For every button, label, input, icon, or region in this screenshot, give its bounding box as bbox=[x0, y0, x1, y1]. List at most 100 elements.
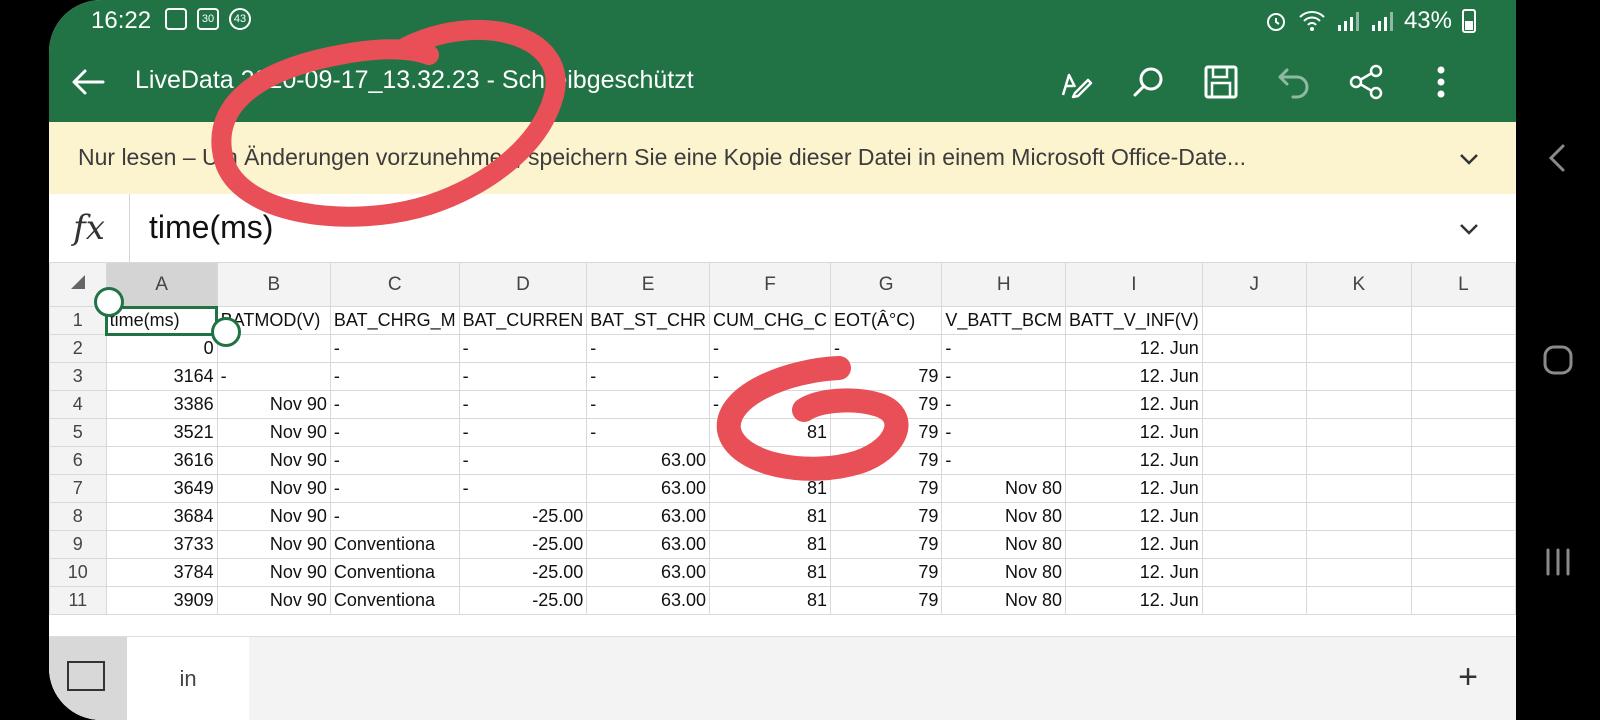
cell[interactable]: - bbox=[329, 474, 460, 503]
cell[interactable]: 3784 bbox=[105, 558, 218, 587]
cell[interactable]: - bbox=[941, 446, 1067, 475]
cell[interactable]: - bbox=[458, 334, 588, 363]
cell[interactable]: 79 bbox=[829, 558, 943, 587]
cell[interactable]: - bbox=[829, 334, 943, 363]
cell[interactable] bbox=[1305, 558, 1412, 587]
cell[interactable]: 12. Jun bbox=[1065, 446, 1203, 475]
cell[interactable]: 0 bbox=[105, 334, 218, 363]
back-arrow-icon[interactable] bbox=[69, 62, 109, 102]
cell[interactable]: - bbox=[458, 390, 588, 419]
cell[interactable] bbox=[1201, 586, 1307, 615]
formula-bar[interactable]: fx time(ms) bbox=[49, 194, 1516, 263]
cell[interactable] bbox=[1410, 362, 1516, 391]
cell[interactable]: Nov 90 bbox=[216, 502, 331, 531]
cell[interactable] bbox=[1410, 530, 1516, 559]
cell[interactable] bbox=[1305, 362, 1412, 391]
cell[interactable]: 63.00 bbox=[586, 558, 710, 587]
cell[interactable]: Nov 80 bbox=[941, 502, 1067, 531]
formula-input[interactable]: time(ms) bbox=[149, 209, 273, 246]
cell[interactable] bbox=[1305, 390, 1412, 419]
cell[interactable]: 12. Jun bbox=[1065, 502, 1203, 531]
undo-icon[interactable] bbox=[1275, 62, 1315, 102]
cell[interactable]: Nov 90 bbox=[216, 558, 331, 587]
cell[interactable]: - bbox=[586, 334, 710, 363]
cell[interactable]: 3521 bbox=[105, 418, 218, 447]
cell[interactable]: - bbox=[586, 390, 710, 419]
cell[interactable]: 79 bbox=[829, 474, 943, 503]
more-icon[interactable] bbox=[1421, 62, 1461, 102]
cell[interactable]: Conventiona bbox=[329, 586, 460, 615]
cell[interactable]: - bbox=[586, 418, 710, 447]
row-header[interactable]: 7 bbox=[49, 474, 107, 503]
cell[interactable] bbox=[1410, 586, 1516, 615]
cell[interactable] bbox=[1410, 474, 1516, 503]
cell[interactable]: - bbox=[329, 390, 460, 419]
cell[interactable]: 12. Jun bbox=[1065, 390, 1203, 419]
cell[interactable]: 63.00 bbox=[586, 446, 710, 475]
cell[interactable]: Nov 80 bbox=[941, 586, 1067, 615]
cell[interactable]: 12. Jun bbox=[1065, 474, 1203, 503]
cell[interactable] bbox=[1201, 418, 1307, 447]
cell[interactable] bbox=[1410, 306, 1516, 335]
cell[interactable]: time(ms) bbox=[105, 305, 219, 336]
recents-icon[interactable] bbox=[1536, 540, 1580, 584]
selection-handle-start[interactable] bbox=[94, 287, 124, 317]
cell[interactable] bbox=[1410, 334, 1516, 363]
cell[interactable]: 12. Jun bbox=[1065, 334, 1203, 363]
column-header[interactable]: L bbox=[1410, 262, 1516, 307]
cell[interactable]: Nov 90 bbox=[216, 474, 331, 503]
row-header[interactable]: 8 bbox=[49, 502, 107, 531]
cell[interactable] bbox=[1201, 334, 1307, 363]
column-header[interactable]: H bbox=[941, 262, 1067, 307]
cell[interactable]: - bbox=[941, 362, 1067, 391]
cell[interactable] bbox=[1410, 558, 1516, 587]
formula-expand-icon[interactable] bbox=[1458, 218, 1480, 240]
back-chevron-icon[interactable] bbox=[1536, 136, 1580, 180]
column-header[interactable]: B bbox=[216, 262, 331, 307]
cell[interactable]: 12. Jun bbox=[1065, 418, 1203, 447]
home-icon[interactable] bbox=[1536, 338, 1580, 382]
column-header[interactable]: K bbox=[1305, 262, 1412, 307]
cell[interactable]: -25.00 bbox=[458, 586, 588, 615]
cell[interactable]: 12. Jun bbox=[1065, 558, 1203, 587]
cell[interactable] bbox=[1305, 446, 1412, 475]
cell[interactable]: - bbox=[586, 362, 710, 391]
cell[interactable]: Nov 80 bbox=[941, 474, 1067, 503]
cell[interactable]: - bbox=[458, 446, 588, 475]
cell[interactable]: 3649 bbox=[105, 474, 218, 503]
cell[interactable]: 3733 bbox=[105, 530, 218, 559]
chevron-down-icon[interactable] bbox=[1458, 148, 1480, 170]
cell[interactable] bbox=[1201, 474, 1307, 503]
cell[interactable]: 12. Jun bbox=[1065, 586, 1203, 615]
cell[interactable]: BATT_V_INF(V) bbox=[1065, 306, 1203, 335]
cell[interactable] bbox=[1201, 390, 1307, 419]
cell[interactable]: - bbox=[216, 362, 331, 391]
cell[interactable]: Nov 90 bbox=[216, 586, 331, 615]
cell[interactable]: - bbox=[708, 362, 832, 391]
cell[interactable]: Nov 90 bbox=[216, 530, 331, 559]
row-header[interactable]: 4 bbox=[49, 390, 107, 419]
cell[interactable]: - bbox=[708, 390, 832, 419]
cell[interactable]: -25.00 bbox=[458, 558, 588, 587]
sheet-tab[interactable]: in bbox=[127, 637, 249, 720]
cell[interactable] bbox=[1201, 446, 1307, 475]
cell[interactable]: - bbox=[458, 474, 588, 503]
cell[interactable]: -25.00 bbox=[458, 502, 588, 531]
cell[interactable]: 3616 bbox=[105, 446, 218, 475]
cell[interactable] bbox=[708, 446, 832, 475]
cell[interactable]: - bbox=[941, 334, 1067, 363]
column-header[interactable]: F bbox=[708, 262, 832, 307]
row-header[interactable]: 11 bbox=[49, 586, 107, 615]
cell[interactable]: 3909 bbox=[105, 586, 218, 615]
cell[interactable]: -25.00 bbox=[458, 530, 588, 559]
cell[interactable] bbox=[1201, 502, 1307, 531]
cell[interactable]: - bbox=[329, 418, 460, 447]
cell[interactable]: Nov 90 bbox=[216, 418, 331, 447]
search-icon[interactable] bbox=[1129, 62, 1169, 102]
save-icon[interactable] bbox=[1201, 62, 1241, 102]
column-header[interactable]: J bbox=[1201, 262, 1307, 307]
row-header[interactable]: 3 bbox=[49, 362, 107, 391]
cell[interactable] bbox=[1410, 446, 1516, 475]
cell[interactable]: 79 bbox=[829, 446, 943, 475]
cell[interactable]: V_BATT_BCM bbox=[941, 306, 1067, 335]
